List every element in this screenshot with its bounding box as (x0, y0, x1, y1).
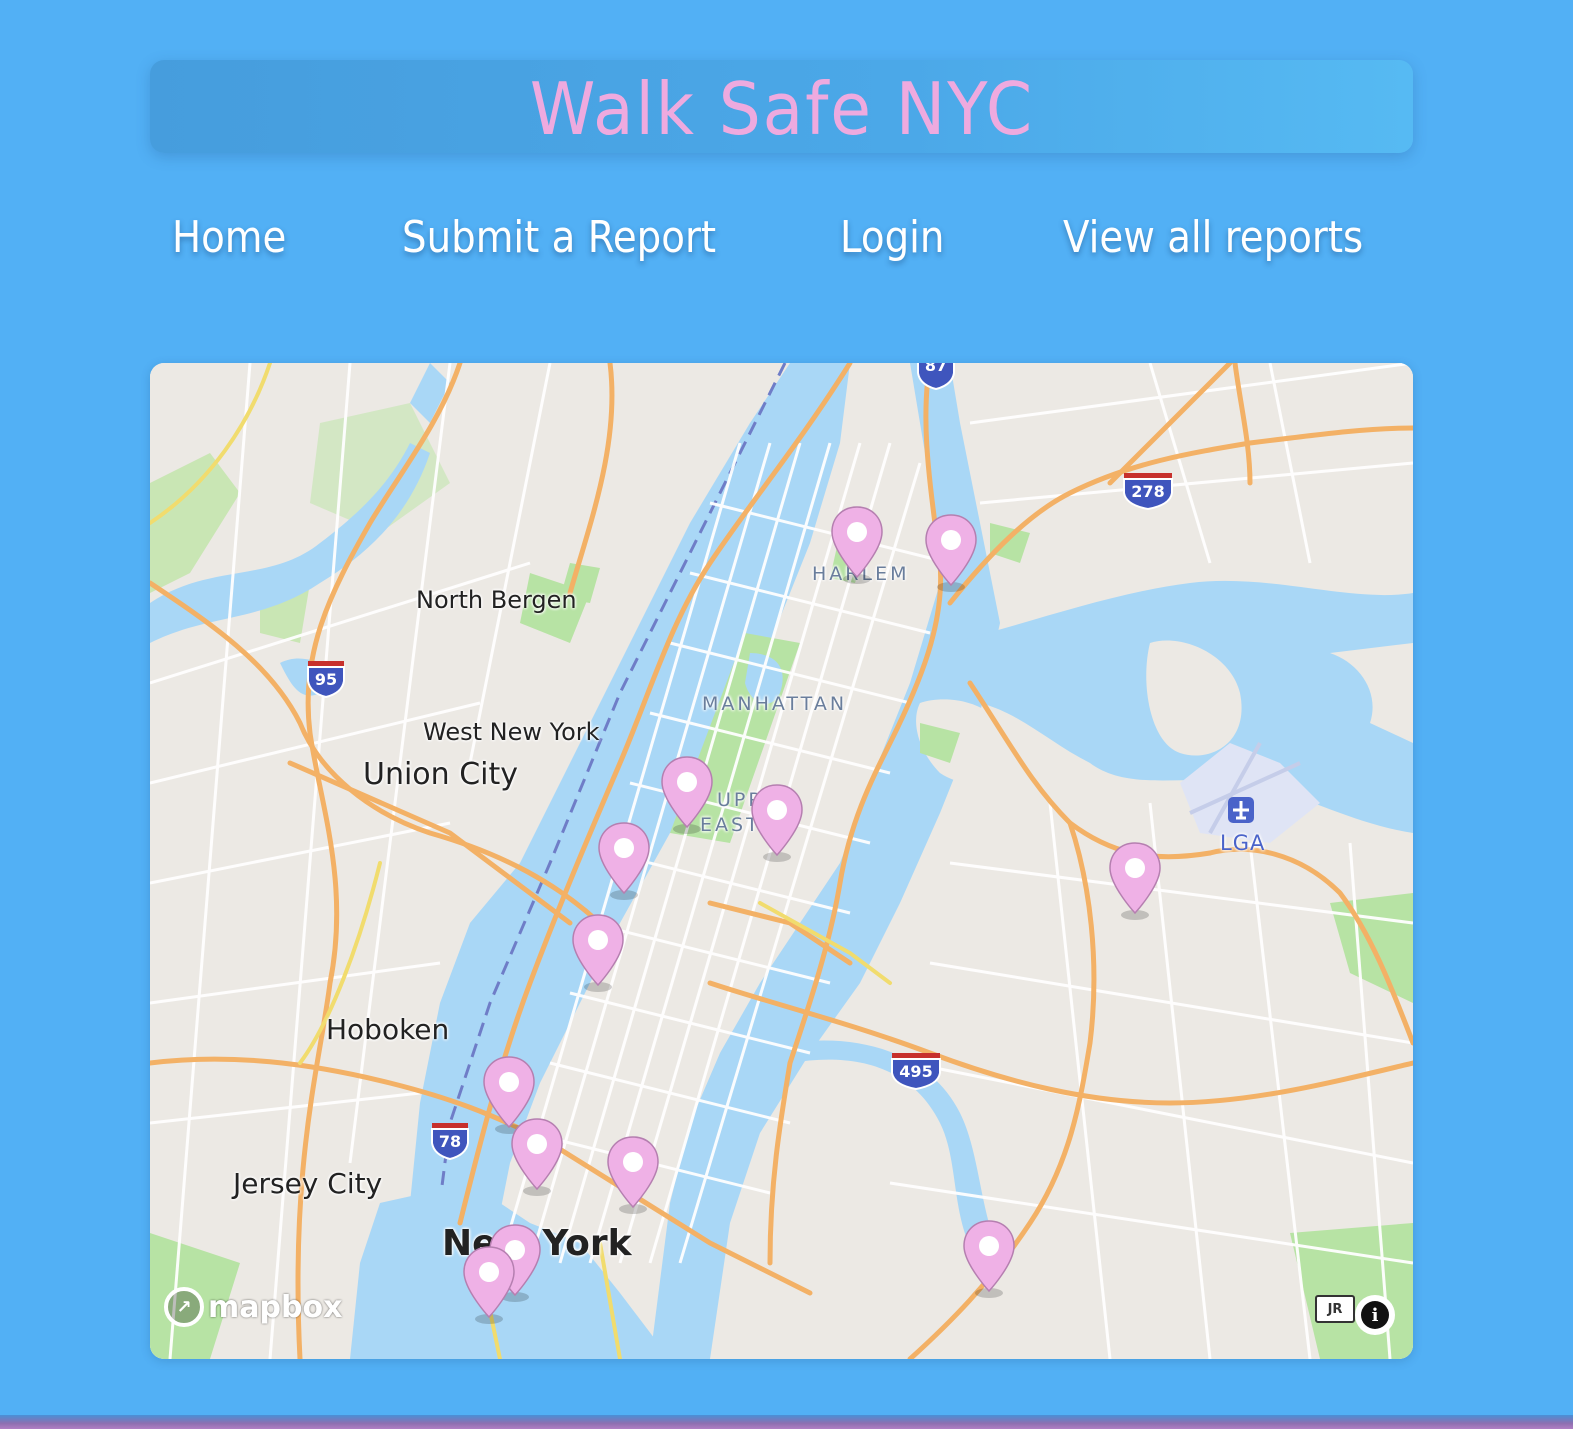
shield-78: 78 (431, 1123, 469, 1161)
report-pin[interactable] (660, 755, 714, 835)
report-pin[interactable] (1108, 841, 1162, 921)
map-pin-icon (572, 914, 624, 992)
map-pin-icon (831, 506, 883, 584)
bottom-edge (0, 1415, 1573, 1429)
report-pin[interactable] (924, 513, 978, 593)
nav-home[interactable]: Home (172, 212, 286, 263)
place-hoboken: Hoboken (326, 1013, 450, 1046)
map-pin-icon (1109, 842, 1161, 920)
app-title: Walk Safe NYC (529, 66, 1034, 151)
map-pin-icon (598, 822, 650, 900)
report-pin[interactable] (750, 783, 804, 863)
report-pin[interactable] (571, 913, 625, 993)
mapbox-logo-text: mapbox (208, 1289, 343, 1325)
report-pin[interactable] (597, 821, 651, 901)
shield-87-label: 87 (925, 363, 947, 375)
shield-278: 278 (1123, 473, 1173, 511)
airport-icon (1228, 797, 1254, 823)
nav-login[interactable]: Login (840, 212, 944, 263)
header-bar: Walk Safe NYC (150, 60, 1413, 153)
shield-495-label: 495 (899, 1062, 932, 1081)
nav-view-all-reports[interactable]: View all reports (1063, 212, 1363, 263)
place-lga: LGA (1220, 831, 1266, 855)
report-pin[interactable] (962, 1219, 1016, 1299)
attribution-info-button[interactable]: i (1355, 1295, 1395, 1335)
report-pin[interactable] (462, 1245, 516, 1325)
map-pin-icon (511, 1118, 563, 1196)
shield-78-label: 78 (439, 1132, 461, 1151)
report-pin[interactable] (510, 1117, 564, 1197)
shield-278-label: 278 (1131, 482, 1164, 501)
mapbox-logo[interactable]: ↗ mapbox (164, 1287, 342, 1327)
mapbox-compass-icon: ↗ (164, 1287, 204, 1327)
shield-95: 95 (307, 661, 345, 699)
report-pin[interactable] (606, 1135, 660, 1215)
place-union-city: Union City (363, 757, 519, 792)
place-jersey-city: Jersey City (233, 1167, 383, 1200)
place-north-bergen: North Bergen (416, 586, 577, 614)
page: Walk Safe NYC Home Submit a Report Login… (0, 0, 1573, 1429)
main-nav: Home Submit a Report Login View all repo… (150, 212, 1413, 272)
info-icon: i (1361, 1301, 1389, 1329)
report-pin[interactable] (830, 505, 884, 585)
map-pin-icon (607, 1136, 659, 1214)
nav-submit-report[interactable]: Submit a Report (402, 212, 716, 263)
place-west-new-york: West New York (423, 718, 600, 746)
map-pin-icon (661, 756, 713, 834)
map-pin-icon (963, 1220, 1015, 1298)
reports-map[interactable]: 87 278 95 495 78 North Bergen West New Y… (150, 363, 1413, 1359)
map-pin-icon (463, 1246, 515, 1324)
place-manhattan: MANHATTAN (702, 693, 848, 715)
shield-495: 495 (891, 1053, 941, 1091)
map-pin-icon (751, 784, 803, 862)
corner-badge: JR (1315, 1295, 1355, 1323)
map-pin-icon (925, 514, 977, 592)
shield-95-label: 95 (315, 670, 337, 689)
